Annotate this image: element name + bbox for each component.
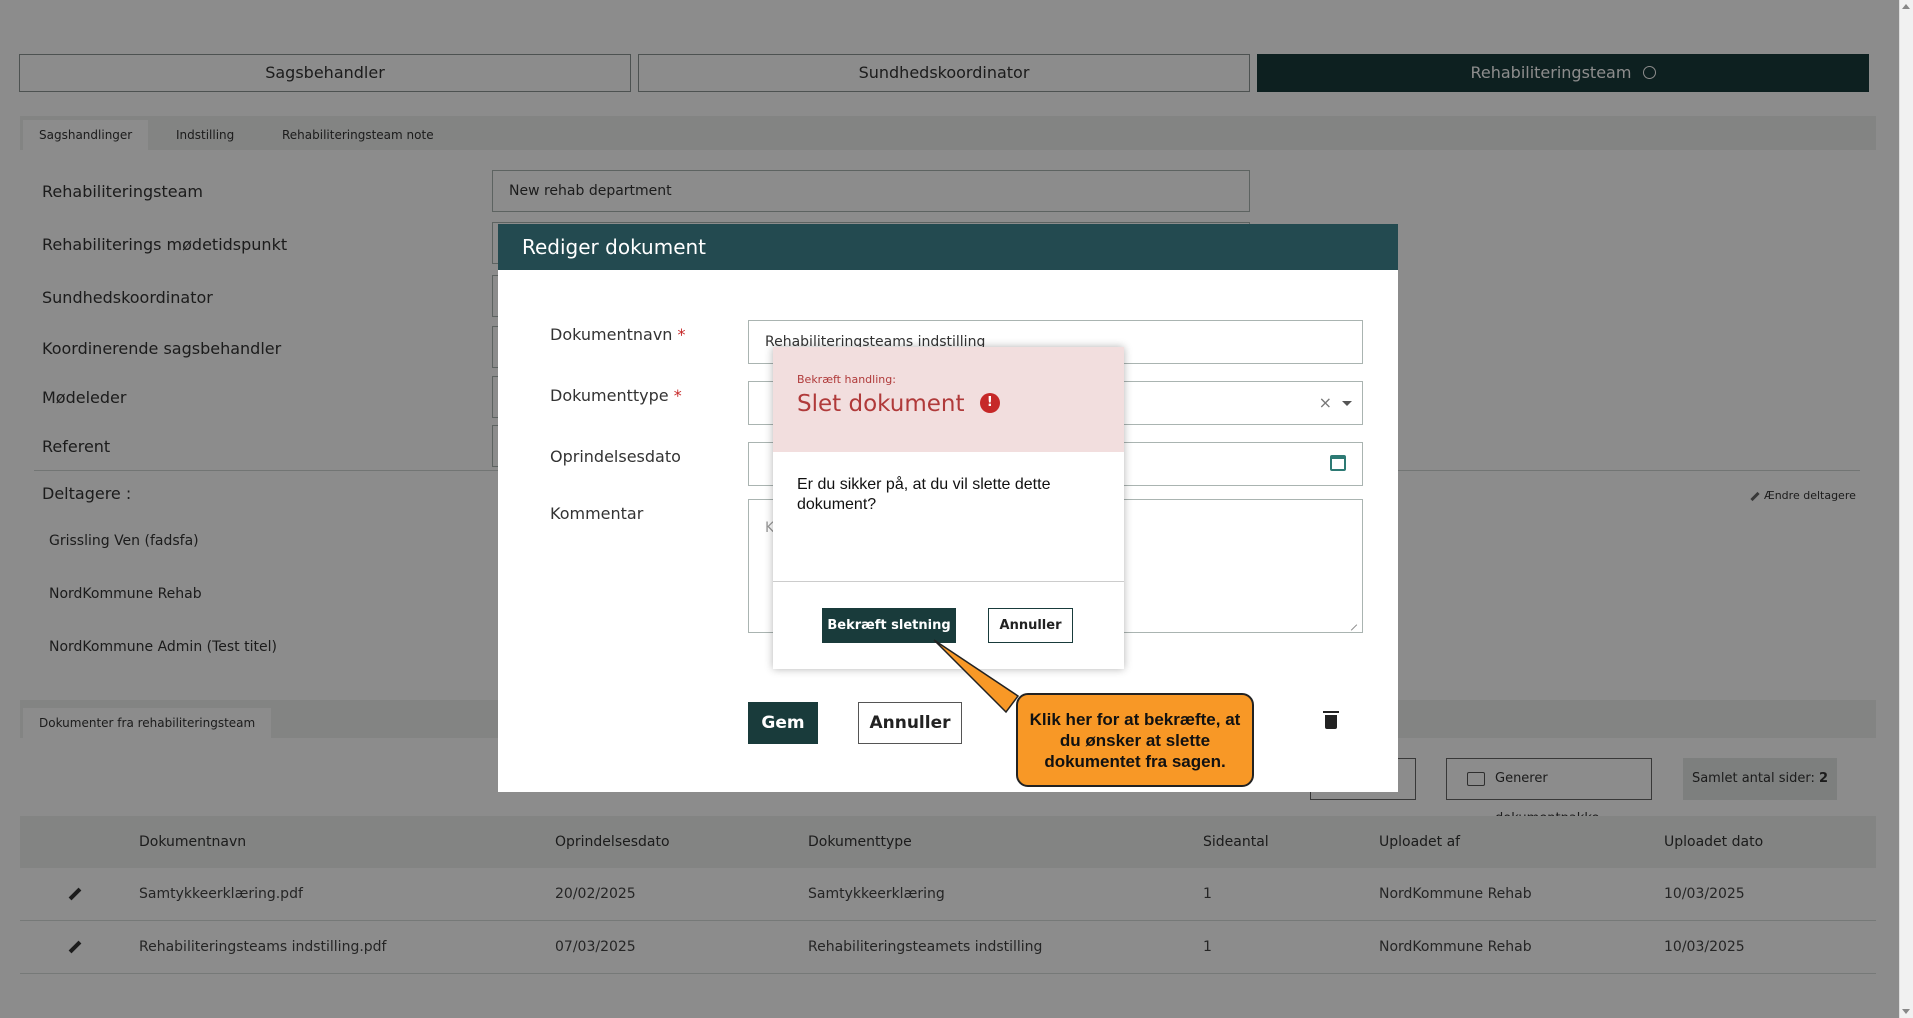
modal-title: Rediger dokument xyxy=(498,224,1398,270)
document-name-label: Dokumentnavn * xyxy=(550,325,686,344)
comment-label: Kommentar xyxy=(550,504,644,523)
tutorial-callout: Klik her for at bekræfte, at du ønsker a… xyxy=(1016,693,1254,787)
scroll-up-icon[interactable] xyxy=(1902,4,1910,9)
origin-date-label: Oprindelsesdato xyxy=(550,447,681,466)
resize-handle-icon[interactable] xyxy=(1350,624,1358,631)
scroll-down-icon[interactable] xyxy=(1902,1009,1910,1014)
chevron-down-icon[interactable] xyxy=(1342,401,1352,406)
alert-icon: ! xyxy=(979,392,1000,413)
callout-pointer xyxy=(933,639,1020,714)
save-button[interactable]: Gem xyxy=(748,702,818,744)
vertical-scrollbar[interactable] xyxy=(1899,0,1913,1018)
confirm-message: Er du sikker på, at du vil slette dette … xyxy=(797,476,1051,513)
confirm-delete-dialog: Bekræft handling: Slet dokument ! Er du … xyxy=(773,347,1124,669)
confirm-kicker: Bekræft handling: xyxy=(797,373,896,386)
divider xyxy=(773,581,1124,582)
document-type-label: Dokumenttype * xyxy=(550,386,682,405)
calendar-icon[interactable] xyxy=(1330,455,1346,471)
callout-pointer-shape xyxy=(933,639,1020,714)
trash-icon[interactable] xyxy=(1323,711,1339,729)
clear-icon[interactable]: × xyxy=(1319,382,1332,424)
confirm-title: Slet dokument ! xyxy=(797,391,1000,417)
confirm-header: Bekræft handling: Slet dokument ! xyxy=(773,347,1124,452)
trash-lid xyxy=(1323,711,1339,713)
